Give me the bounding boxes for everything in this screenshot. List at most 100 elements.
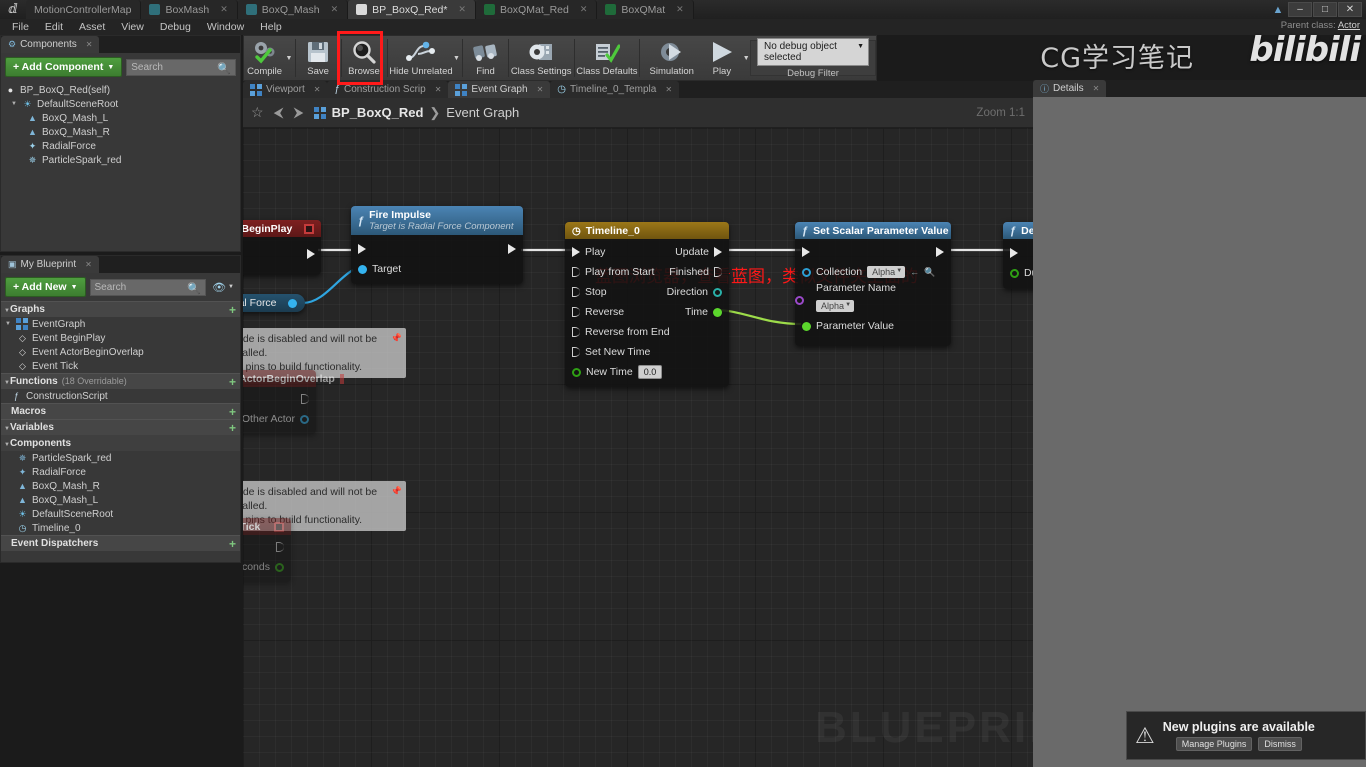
section-functions[interactable]: ▼Functions (18 Overridable) + [1, 373, 240, 389]
pin-comment-icon[interactable]: 📌 [391, 484, 402, 498]
pin-new-time[interactable]: New Time 0.0 [572, 365, 663, 379]
section-components[interactable]: ▼Components [1, 435, 240, 451]
manage-plugins-button[interactable]: Manage Plugins [1175, 737, 1253, 751]
float-out-pin[interactable] [713, 307, 722, 317]
graph-item-begin-play[interactable]: ◇ Event BeginPlay [1, 331, 240, 345]
plugin-notification[interactable]: ⚠ New plugins are available Manage Plugi… [1126, 711, 1366, 760]
play-dropdown-arrow-icon[interactable]: ▼ [742, 36, 750, 80]
exec-out-pin[interactable] [508, 244, 516, 254]
exec-in-pin[interactable] [802, 247, 810, 257]
graph-item-actor-begin-overlap[interactable]: ◇ Event ActorBeginOverlap [1, 345, 240, 359]
menu-item-file[interactable]: File [4, 19, 37, 35]
toolbar-class-settings-button[interactable]: Class Settings [511, 36, 572, 80]
window-tab-3[interactable]: BP_BoxQ_Red* ✕ [348, 0, 476, 19]
tab-viewport[interactable]: Viewport ✕ [243, 81, 328, 98]
toolbar-class-defaults-button[interactable]: Class Defaults [576, 36, 637, 80]
toolbar-save-button[interactable]: Save [297, 36, 338, 80]
target-pin[interactable]: Target [358, 263, 401, 275]
exec-out-pin[interactable] [276, 542, 284, 552]
forward-arrow-icon[interactable]: ⮞ [294, 104, 304, 121]
node-timeline[interactable]: ◷ Timeline_0 Play Update Play from Start… [565, 222, 729, 387]
pin-comment-icon[interactable]: 📌 [391, 331, 402, 345]
pin-direction[interactable]: Direction [667, 286, 722, 298]
float-out-pin[interactable] [275, 562, 284, 572]
close-icon[interactable]: ✕ [85, 260, 92, 269]
node-event-tick[interactable]: Event Tick Seconds [243, 518, 291, 582]
add-macro-button[interactable]: + [229, 405, 236, 419]
pin-reverse-from-end[interactable]: Reverse from End [572, 326, 670, 338]
exec-in-pin[interactable] [572, 347, 580, 357]
exec-in-pin[interactable] [572, 247, 580, 257]
object-in-pin[interactable] [358, 264, 367, 274]
close-icon[interactable]: ✕ [314, 85, 321, 94]
hide-unrelated-dropdown-arrow-icon[interactable]: ▼ [453, 36, 461, 80]
parameter-name-select[interactable]: Alpha ▼ [816, 300, 855, 312]
node-destroy-partial[interactable]: ƒ De Du [1003, 222, 1033, 289]
visibility-options-button[interactable]: 👁 ▼ [210, 281, 236, 294]
add-graph-button[interactable]: + [229, 303, 236, 317]
menu-item-edit[interactable]: Edit [37, 19, 71, 35]
favorite-star-icon[interactable]: ☆ [251, 104, 264, 121]
toolbar-browse-button[interactable]: Browse [343, 36, 384, 80]
section-macros[interactable]: Macros + [1, 403, 240, 419]
tree-item-particle[interactable]: ✵ ParticleSpark_red [1, 153, 240, 167]
breadcrumb-root[interactable]: BP_BoxQ_Red [332, 105, 424, 120]
tree-item-default-scene-root[interactable]: ▼ ☀ DefaultSceneRoot [1, 97, 240, 111]
tab-details[interactable]: ⓘ Details ✕ [1033, 80, 1107, 97]
close-icon[interactable]: ✕ [435, 85, 442, 94]
pin-set-new-time[interactable]: Set New Time [572, 346, 650, 358]
close-button[interactable]: ✕ [1338, 2, 1362, 17]
section-graphs[interactable]: ▼Graphs + [1, 301, 240, 317]
close-icon[interactable]: ✕ [86, 40, 93, 49]
minimize-button[interactable]: – [1288, 2, 1312, 17]
exec-out-pin[interactable] [307, 249, 315, 259]
pin-play[interactable]: Play [572, 246, 605, 258]
back-arrow-icon[interactable]: ⮜ [274, 104, 284, 121]
toolbar-hide-unrelated-button[interactable]: Hide Unrelated [389, 36, 453, 80]
close-icon[interactable]: ✕ [331, 4, 339, 15]
details-body[interactable] [1033, 97, 1366, 767]
exec-in-pin[interactable] [1010, 248, 1018, 258]
collection-select[interactable]: Alpha ▼ [867, 266, 906, 278]
tab-event-graph[interactable]: Event Graph ✕ [448, 81, 551, 98]
window-tab-1[interactable]: BoxMash ✕ [141, 0, 238, 19]
function-item-construction-script[interactable]: ƒ ConstructionScript [1, 389, 240, 403]
menu-item-asset[interactable]: Asset [71, 19, 113, 35]
toolbar-compile-button[interactable]: Compile [244, 36, 285, 80]
close-icon[interactable]: ✕ [580, 4, 588, 15]
pin-play-from-start[interactable]: Play from Start [572, 266, 654, 278]
name-in-pin[interactable] [795, 296, 804, 305]
toolbar-find-button[interactable]: Find [465, 36, 506, 80]
parent-class-value[interactable]: Actor [1338, 20, 1360, 31]
graph-item-eventgraph[interactable]: ▼ EventGraph [1, 317, 240, 331]
pin-update[interactable]: Update [675, 246, 722, 258]
my-blueprint-search-input[interactable]: Search 🔍 [89, 278, 207, 296]
close-icon[interactable]: ✕ [665, 85, 672, 94]
add-new-button[interactable]: + Add New ▼ [5, 277, 86, 297]
dismiss-button[interactable]: Dismiss [1258, 737, 1302, 751]
section-variables[interactable]: ▼Variables + [1, 419, 240, 435]
node-event-begin-play[interactable]: Event BeginPlay [243, 220, 321, 275]
compile-dropdown-arrow-icon[interactable]: ▼ [285, 36, 293, 80]
exec-in-pin[interactable] [572, 267, 580, 277]
component-item-mesh-r[interactable]: ▲ BoxQ_Mash_R [1, 479, 240, 493]
exec-in-pin[interactable] [572, 327, 580, 337]
exec-out-pin[interactable] [714, 247, 722, 257]
exec-out-pin[interactable] [714, 267, 722, 277]
add-function-button[interactable]: + [229, 375, 236, 389]
exec-in-pin[interactable] [572, 287, 580, 297]
close-icon[interactable]: ✕ [676, 4, 684, 15]
component-item-radial-force[interactable]: ✦ RadialForce [1, 465, 240, 479]
event-graph-canvas[interactable]: BLUEPRINT 蓝图浏览器，查看蓝图，类似文件夹上面的 Event Begi… [243, 128, 1033, 767]
window-tab-4[interactable]: BoxQMat_Red ✕ [475, 0, 598, 19]
node-fire-impulse[interactable]: ƒ Fire Impulse Target is Radial Force Co… [351, 206, 523, 284]
window-tab-0[interactable]: MotionControllerMap [26, 0, 142, 19]
pin-delta-seconds[interactable]: Seconds [243, 561, 284, 573]
close-icon[interactable]: ✕ [1093, 84, 1100, 93]
breadcrumb-leaf[interactable]: Event Graph [446, 105, 519, 120]
tree-item-radial-force[interactable]: ✦ RadialForce [1, 139, 240, 153]
add-variable-button[interactable]: + [229, 421, 236, 435]
component-item-default-scene-root[interactable]: ☀ DefaultSceneRoot [1, 507, 240, 521]
graph-item-event-tick[interactable]: ◇ Event Tick [1, 359, 240, 373]
exec-in-pin[interactable] [572, 307, 580, 317]
